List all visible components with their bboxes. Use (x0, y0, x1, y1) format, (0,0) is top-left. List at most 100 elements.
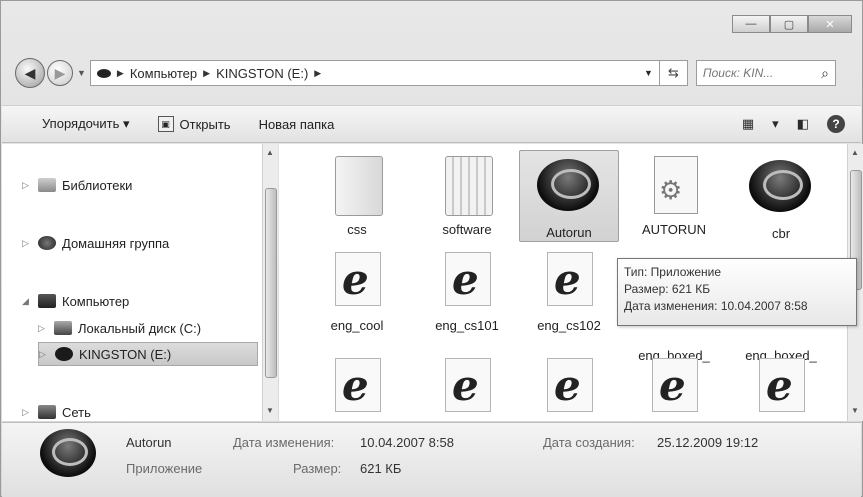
details-modified-value: 10.04.2007 8:58 (360, 435, 454, 450)
new-folder-label: Новая папка (258, 116, 335, 132)
scroll-up-icon[interactable]: ▲ (851, 148, 859, 157)
view-options-icon[interactable]: ▦ (742, 116, 754, 132)
search-input[interactable]: Поиск: KIN... ⌕ (695, 60, 836, 86)
ie-document-icon (325, 252, 389, 316)
collapse-icon[interactable]: ◢ (22, 296, 32, 307)
file-item-partial[interactable] (519, 354, 619, 421)
nav-item-label: Домашняя группа (62, 235, 170, 251)
address-row: ◀ ▶ ▼ ▶ Компьютер ▶ KINGSTON (E:) ▶ ▼ ⇆ … (15, 57, 852, 89)
autorun-app-icon (40, 429, 96, 477)
breadcrumb-separator-icon[interactable]: ▶ (203, 68, 210, 79)
nav-item-label: Локальный диск (C:) (78, 320, 202, 336)
breadcrumb-separator-icon[interactable]: ▶ (117, 68, 124, 79)
refresh-icon: ⇆ (667, 65, 679, 80)
file-item-partial[interactable] (731, 354, 831, 421)
file-item-partial[interactable] (624, 354, 724, 421)
file-item-autorun-inf[interactable]: AUTORUN (624, 152, 724, 237)
details-created-label: Дата создания: (543, 435, 635, 450)
nav-item-computer[interactable]: ◢ Компьютер (22, 289, 129, 313)
usb-drive-icon (55, 347, 73, 361)
nav-item-local-disk[interactable]: ▷ Локальный диск (C:) (38, 316, 201, 340)
ie-document-icon (749, 358, 813, 421)
open-button[interactable]: ▣ Открыть (144, 116, 245, 132)
address-bar[interactable]: ▶ Компьютер ▶ KINGSTON (E:) ▶ ▼ (89, 60, 660, 86)
drive-icon (96, 68, 111, 78)
minimize-button[interactable]: — (732, 15, 770, 33)
details-size-value: 621 КБ (360, 461, 402, 476)
explorer-window: — ▢ ✕ ◀ ▶ ▼ ▶ Компьютер ▶ KINGSTON (E:) … (0, 0, 863, 497)
file-name: css (347, 222, 367, 237)
search-placeholder: Поиск: KIN... (702, 66, 774, 80)
toolbar-right: ▦ ▾ ◧ ? (742, 115, 861, 133)
expand-icon[interactable]: ▷ (22, 180, 32, 191)
file-item-eng-cool[interactable]: eng_cool (307, 248, 407, 333)
maximize-button[interactable]: ▢ (770, 15, 808, 33)
address-dropdown-icon[interactable]: ▼ (644, 68, 653, 78)
expand-icon[interactable]: ▷ (22, 407, 32, 418)
organize-button[interactable]: Упорядочить ▾ (2, 116, 144, 132)
expand-icon[interactable]: ▷ (22, 238, 32, 249)
breadcrumb-computer[interactable]: Компьютер (130, 66, 197, 81)
details-file-type: Приложение (126, 461, 203, 476)
file-name: cbr (771, 226, 791, 241)
file-item-autorun[interactable]: Autorun (519, 150, 619, 242)
nav-item-kingston[interactable]: ▷ KINGSTON (E:) (38, 342, 258, 366)
file-item-software[interactable]: software (417, 152, 517, 237)
nav-item-label: Компьютер (62, 293, 130, 309)
file-name: AUTORUN (641, 222, 707, 237)
autorun-app-icon (537, 159, 601, 223)
new-folder-button[interactable]: Новая папка (245, 117, 349, 132)
homegroup-icon (38, 236, 56, 250)
search-icon[interactable]: ⌕ (821, 65, 829, 82)
history-dropdown-icon[interactable]: ▼ (77, 68, 86, 78)
file-item-eng-cs101[interactable]: eng_cs101 (417, 248, 517, 333)
forward-button[interactable]: ▶ (47, 60, 73, 86)
cbr-app-icon (749, 160, 813, 224)
nav-item-label: Библиотеки (62, 177, 133, 193)
refresh-button[interactable]: ⇆ (659, 60, 688, 86)
help-icon[interactable]: ? (827, 115, 845, 133)
file-item-css[interactable]: css (307, 152, 407, 237)
file-name: software (442, 222, 492, 237)
navigation-pane: ▷ Библиотеки ▷ Домашняя группа ◢ Компьют… (2, 144, 278, 421)
scroll-up-icon[interactable]: ▲ (266, 148, 274, 157)
details-size-label: Размер: (293, 461, 342, 476)
open-label: Открыть (179, 116, 231, 132)
tooltip-modified: Дата изменения: 10.04.2007 8:58 (624, 299, 808, 313)
ie-document-icon (435, 358, 499, 421)
ie-document-icon (435, 252, 499, 316)
ie-document-icon (537, 358, 601, 421)
network-icon (38, 405, 56, 419)
breadcrumb-kingston[interactable]: KINGSTON (E:) (216, 66, 308, 81)
nav-item-network[interactable]: ▷ Сеть (22, 400, 91, 424)
folder-icon (435, 156, 499, 220)
file-name: eng_cs102 (537, 318, 601, 333)
scroll-down-icon[interactable]: ▼ (266, 406, 274, 415)
view-dropdown-icon[interactable]: ▾ (772, 116, 779, 132)
local-disk-icon (54, 321, 72, 335)
nav-scrollbar[interactable]: ▲ ▼ (262, 144, 278, 421)
preview-pane-icon[interactable]: ◧ (797, 116, 809, 132)
close-button[interactable]: ✕ (808, 15, 852, 33)
nav-item-libraries[interactable]: ▷ Библиотеки (22, 173, 132, 197)
nav-item-label: Сеть (62, 404, 91, 420)
ie-document-icon (325, 358, 389, 421)
file-item-cbr[interactable]: cbr (731, 152, 831, 241)
scroll-down-icon[interactable]: ▼ (851, 406, 859, 415)
organize-label: Упорядочить ▾ (42, 116, 130, 131)
file-item-partial[interactable] (307, 354, 407, 421)
breadcrumb-separator-icon[interactable]: ▶ (314, 68, 321, 79)
file-item-partial[interactable] (417, 354, 517, 421)
expand-icon[interactable]: ▷ (38, 323, 48, 334)
details-pane: Autorun Приложение Дата изменения: 10.04… (2, 422, 861, 497)
expand-icon[interactable]: ▷ (39, 349, 49, 360)
details-created-value: 25.12.2009 19:12 (657, 435, 759, 450)
ie-document-icon (537, 252, 601, 316)
back-button[interactable]: ◀ (15, 58, 45, 88)
tooltip-size: Размер: 621 КБ (624, 282, 711, 296)
nav-item-homegroup[interactable]: ▷ Домашняя группа (22, 231, 169, 255)
computer-icon (38, 294, 56, 308)
file-item-eng-cs102[interactable]: eng_cs102 (519, 248, 619, 333)
command-toolbar: Упорядочить ▾ ▣ Открыть Новая папка ▦ ▾ … (2, 105, 861, 143)
nav-scroll-thumb[interactable] (265, 188, 277, 378)
